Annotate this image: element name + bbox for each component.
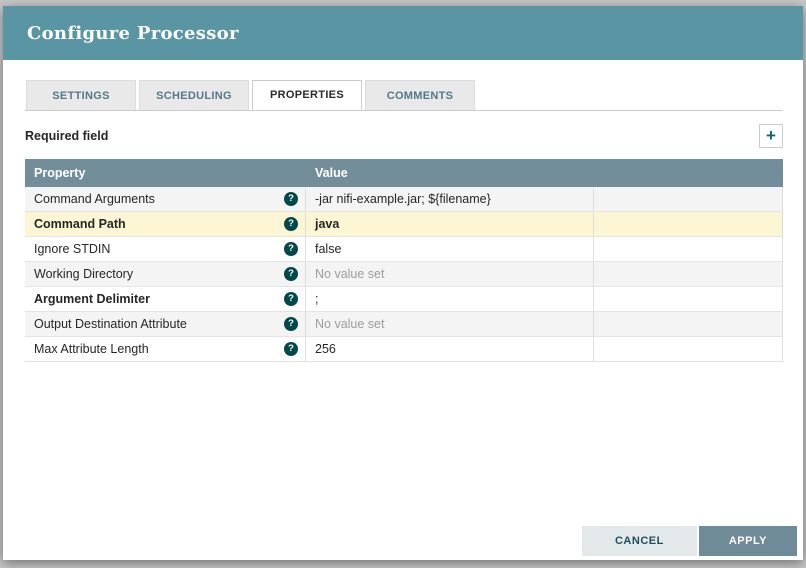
- dialog-header: Configure Processor: [3, 6, 803, 60]
- row-extra-cell: [594, 262, 783, 286]
- tab-comments-label: COMMENTS: [387, 90, 454, 102]
- property-name: Output Destination Attribute: [34, 317, 187, 331]
- row-extra-cell: [594, 237, 783, 261]
- property-name: Command Arguments: [34, 192, 155, 206]
- help-icon[interactable]: ?: [284, 192, 298, 206]
- property-value: ;: [315, 292, 318, 306]
- dialog-footer: CANCEL APPLY: [582, 526, 797, 556]
- table-row[interactable]: Max Attribute Length ? 256: [25, 337, 783, 362]
- plus-icon: +: [766, 127, 776, 144]
- property-value: No value set: [315, 267, 384, 281]
- help-icon[interactable]: ?: [284, 292, 298, 306]
- tab-settings-label: SETTINGS: [52, 90, 109, 102]
- table-row[interactable]: Argument Delimiter ? ;: [25, 287, 783, 312]
- table-row[interactable]: Working Directory ? No value set: [25, 262, 783, 287]
- property-name: Ignore STDIN: [34, 242, 110, 256]
- row-extra-cell: [594, 212, 783, 236]
- property-name: Argument Delimiter: [34, 292, 150, 306]
- property-value: -jar nifi-example.jar; ${filename}: [315, 192, 491, 206]
- properties-table: Property Value Command Arguments ? -jar …: [25, 159, 783, 362]
- help-icon[interactable]: ?: [284, 317, 298, 331]
- property-value: false: [315, 242, 341, 256]
- row-extra-cell: [594, 187, 783, 211]
- required-field-label: Required field: [25, 129, 108, 143]
- tab-properties-label: PROPERTIES: [270, 89, 344, 101]
- help-icon[interactable]: ?: [284, 267, 298, 281]
- table-row[interactable]: Command Arguments ? -jar nifi-example.ja…: [25, 187, 783, 212]
- tab-comments[interactable]: COMMENTS: [365, 80, 475, 110]
- property-name: Command Path: [34, 217, 126, 231]
- column-header-property: Property: [25, 166, 306, 180]
- add-property-button[interactable]: +: [759, 124, 783, 148]
- dialog-body: SETTINGS SCHEDULING PROPERTIES COMMENTS …: [3, 60, 803, 560]
- property-value: java: [315, 217, 339, 231]
- dialog-title: Configure Processor: [27, 23, 239, 44]
- tab-scheduling-label: SCHEDULING: [156, 90, 232, 102]
- table-header-row: Property Value: [25, 159, 783, 187]
- table-row[interactable]: Command Path ? java: [25, 212, 783, 237]
- table-row[interactable]: Output Destination Attribute ? No value …: [25, 312, 783, 337]
- tab-bar: SETTINGS SCHEDULING PROPERTIES COMMENTS: [25, 80, 783, 111]
- tab-properties[interactable]: PROPERTIES: [252, 80, 362, 110]
- cancel-button[interactable]: CANCEL: [582, 526, 697, 556]
- property-value: 256: [315, 342, 336, 356]
- property-value: No value set: [315, 317, 384, 331]
- table-row[interactable]: Ignore STDIN ? false: [25, 237, 783, 262]
- row-extra-cell: [594, 337, 783, 361]
- property-name: Working Directory: [34, 267, 133, 281]
- properties-toolbar: Required field +: [25, 123, 783, 149]
- tab-scheduling[interactable]: SCHEDULING: [139, 80, 249, 110]
- column-header-value: Value: [306, 166, 594, 180]
- help-icon[interactable]: ?: [284, 342, 298, 356]
- tab-settings[interactable]: SETTINGS: [26, 80, 136, 110]
- apply-button[interactable]: APPLY: [699, 526, 797, 556]
- help-icon[interactable]: ?: [284, 242, 298, 256]
- row-extra-cell: [594, 287, 783, 311]
- help-icon[interactable]: ?: [284, 217, 298, 231]
- configure-processor-dialog: Configure Processor SETTINGS SCHEDULING …: [3, 6, 803, 560]
- property-name: Max Attribute Length: [34, 342, 149, 356]
- row-extra-cell: [594, 312, 783, 336]
